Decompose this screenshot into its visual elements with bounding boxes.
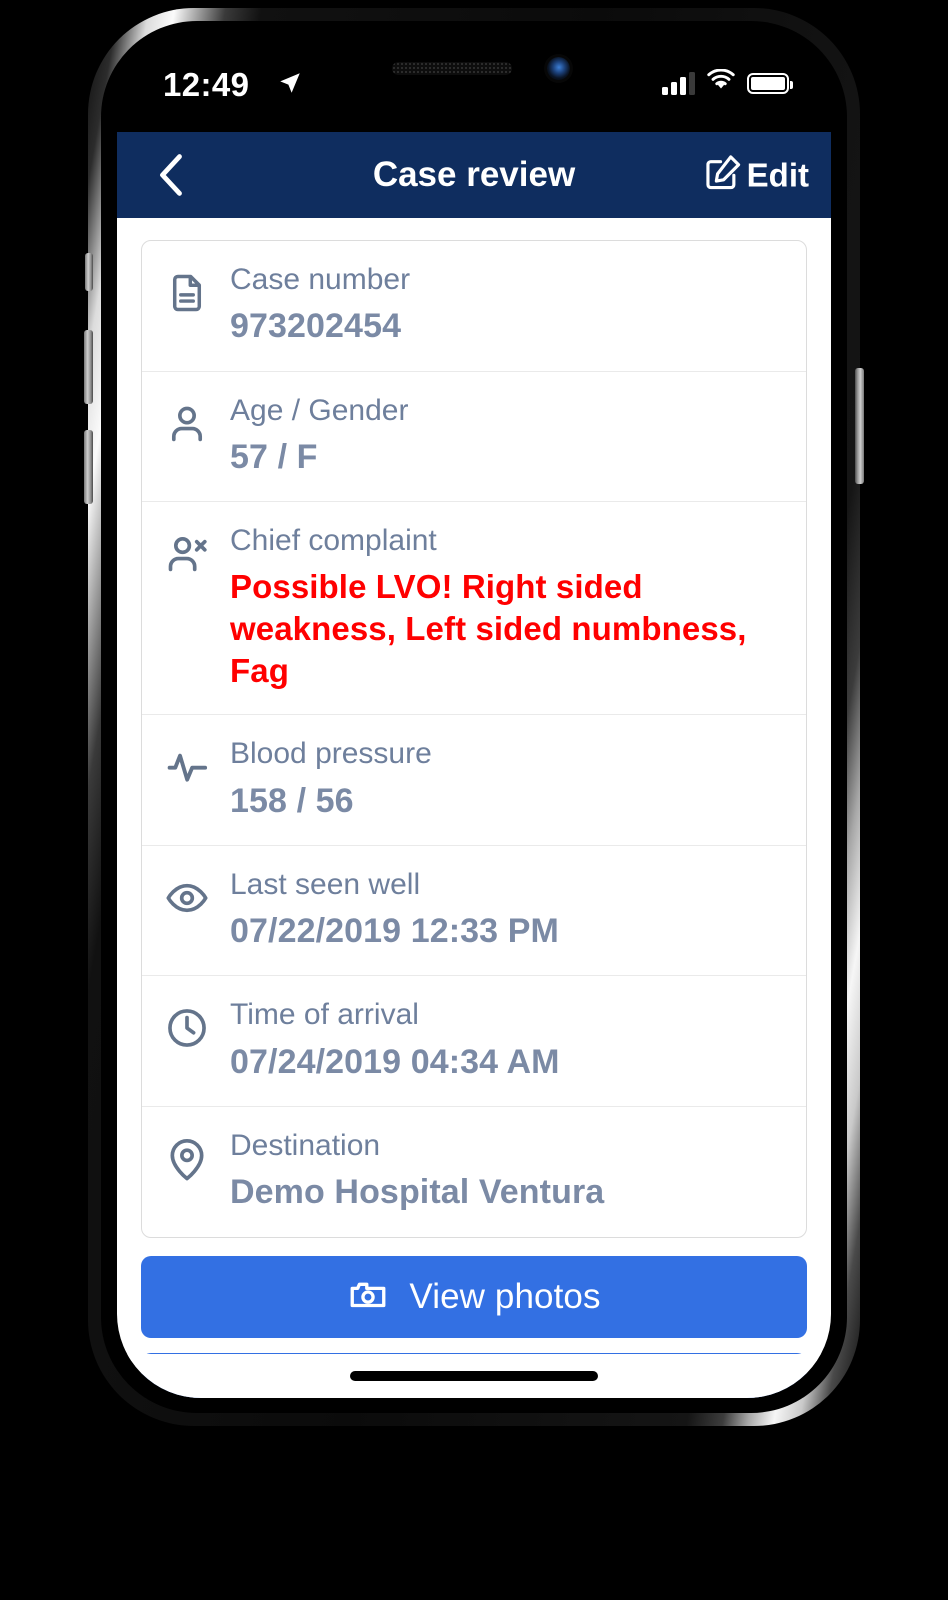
power-button[interactable] bbox=[855, 368, 864, 484]
home-indicator-area bbox=[117, 1354, 831, 1398]
earpiece-speaker-icon bbox=[392, 62, 512, 75]
detail-label: Age / Gender bbox=[230, 393, 409, 427]
case-review-body: Case number 973202454 Age / Gender 57 / … bbox=[117, 218, 831, 1398]
detail-value: 973202454 bbox=[230, 307, 402, 346]
volume-up-button[interactable] bbox=[84, 330, 93, 404]
detail-row-case-number: Case number 973202454 bbox=[142, 241, 806, 372]
person-remove-icon bbox=[156, 522, 218, 576]
display-notch bbox=[340, 36, 608, 96]
map-pin-icon bbox=[156, 1127, 218, 1181]
detail-row-chief-complaint: Chief complaint Possible LVO! Right side… bbox=[142, 502, 806, 716]
detail-value: 07/24/2019 04:34 AM bbox=[230, 1042, 560, 1081]
page-title: Case review bbox=[372, 155, 576, 194]
screenshot-stage: 12:49 Case review Edit Case number 97320… bbox=[0, 0, 948, 1600]
case-details-card: Case number 973202454 Age / Gender 57 / … bbox=[141, 240, 807, 1238]
detail-row-time-of-arrival: Time of arrival 07/24/2019 04:34 AM bbox=[142, 976, 806, 1107]
detail-row-last-seen-well: Last seen well 07/22/2019 12:33 PM bbox=[142, 846, 806, 977]
home-indicator[interactable] bbox=[350, 1371, 598, 1381]
detail-label: Blood pressure bbox=[230, 737, 432, 771]
detail-row-destination: Destination Demo Hospital Ventura bbox=[142, 1107, 806, 1237]
detail-label: Destination bbox=[230, 1128, 381, 1162]
edit-button[interactable]: Edit bbox=[702, 152, 809, 199]
front-camera-icon bbox=[547, 57, 570, 80]
status-bar: 12:49 bbox=[117, 36, 831, 132]
phone-screen: 12:49 Case review Edit Case number 97320… bbox=[117, 36, 831, 1398]
detail-value: 158 / 56 bbox=[230, 781, 354, 820]
detail-row-blood-pressure: Blood pressure 158 / 56 bbox=[142, 715, 806, 846]
back-button[interactable] bbox=[145, 149, 197, 201]
view-photos-button[interactable]: View photos bbox=[141, 1255, 807, 1338]
person-icon bbox=[156, 392, 218, 446]
cellular-signal-icon bbox=[662, 71, 695, 95]
detail-value-alert: Possible LVO! Right sided weakness, Left… bbox=[230, 567, 747, 690]
eye-icon bbox=[156, 866, 218, 920]
edit-button-label: Edit bbox=[746, 156, 809, 193]
view-photos-label: View photos bbox=[409, 1276, 601, 1316]
camera-icon bbox=[347, 1274, 389, 1319]
detail-value: Demo Hospital Ventura bbox=[230, 1173, 605, 1212]
pulse-icon bbox=[156, 735, 218, 789]
volume-down-button[interactable] bbox=[84, 430, 93, 504]
detail-label: Time of arrival bbox=[230, 998, 419, 1032]
detail-value: 07/22/2019 12:33 PM bbox=[230, 912, 559, 951]
document-icon bbox=[156, 261, 218, 315]
detail-label: Case number bbox=[230, 263, 411, 296]
navigation-header: Case review Edit bbox=[117, 132, 831, 218]
wifi-icon bbox=[706, 68, 736, 97]
detail-value: 57 / F bbox=[230, 437, 318, 476]
detail-label: Chief complaint bbox=[230, 524, 437, 558]
status-indicators bbox=[662, 68, 793, 97]
battery-full-icon bbox=[747, 72, 793, 94]
chevron-left-icon bbox=[160, 154, 182, 196]
detail-label: Last seen well bbox=[230, 867, 421, 901]
location-arrow-icon bbox=[277, 70, 303, 101]
status-time: 12:49 bbox=[163, 66, 250, 103]
silent-switch[interactable] bbox=[85, 253, 93, 291]
edit-pencil-icon bbox=[702, 152, 744, 199]
detail-row-age-gender: Age / Gender 57 / F bbox=[142, 372, 806, 503]
clock-icon bbox=[156, 996, 218, 1050]
